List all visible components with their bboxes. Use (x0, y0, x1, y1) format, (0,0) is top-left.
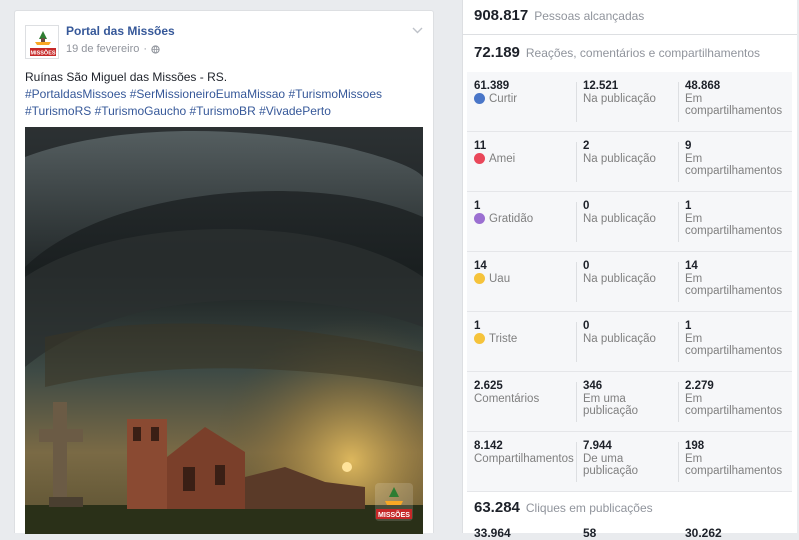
row-post-label: Na publicação (583, 152, 656, 165)
post-caption: Ruínas São Miguel das Missões - RS. #Por… (25, 69, 425, 120)
row-shares-label: Em compartilhamentos (685, 452, 783, 478)
post-meta: 19 de fevereiro · (66, 43, 160, 55)
clicks-partial-total: 33.964 (474, 526, 511, 540)
engagement-breakdown-table: 61.389 Curtir 12.521 Na publicação 48.868… (467, 72, 792, 492)
row-label: Gratidão (489, 212, 534, 225)
reach-value: 908.817 (474, 7, 529, 24)
clicks-label: Cliques em publicações (525, 501, 653, 515)
love-icon (474, 152, 485, 164)
row-shares-label: Em compartilhamentos (685, 392, 783, 418)
wow-icon (474, 272, 485, 284)
post-photo[interactable]: MISSÕES (25, 127, 423, 534)
row-shares-value: 48.868 (685, 80, 721, 92)
post-card: MISSÕES Portal das Missões 19 de feverei… (14, 10, 434, 534)
row-post-label: Na publicação (583, 272, 656, 285)
gratitude-icon (474, 212, 485, 224)
logo-text: MISSÕES (30, 50, 55, 57)
clicks-partial-other: 30.262 (685, 526, 722, 540)
row-post-value: 12.521 (583, 80, 619, 92)
row-shares-value: 14 (685, 260, 698, 272)
row-shares-value: 9 (685, 140, 692, 152)
caption-text: Ruínas São Miguel das Missões - RS. (25, 70, 228, 84)
row-total: 11 (474, 140, 487, 152)
hashtags-line-2[interactable]: #TurismoRS #TurismoGaucho #TurismoBR #Vi… (25, 103, 425, 120)
row-shares-label: Em compartilhamentos (685, 152, 783, 178)
row-post-label: De uma publicação (583, 452, 638, 478)
logo-icon: MISSÕES (26, 26, 58, 58)
engagement-label: Reações, comentários e compartilhamentos (525, 46, 761, 60)
table-row: 61.389 Curtir 12.521 Na publicação 48.868… (467, 72, 792, 132)
sad-icon (474, 332, 485, 344)
row-shares-label: Em compartilhamentos (685, 332, 783, 358)
divider (463, 34, 797, 35)
row-post-value: 346 (583, 380, 603, 392)
row-total: 2.625 (474, 380, 503, 392)
row-shares-label: Em compartilhamentos (685, 92, 783, 118)
engagement-summary: 72.189 Reações, comentários e compartilh… (474, 44, 760, 61)
row-total: 8.142 (474, 440, 503, 452)
row-post-value: 0 (583, 260, 590, 272)
insights-panel: 908.817 Pessoas alcançadas 72.189 Reaçõe… (462, 0, 797, 540)
row-shares-label: Em compartilhamentos (685, 272, 783, 298)
row-shares-value: 1 (685, 320, 692, 332)
watermark-text: MISSÕES (378, 510, 410, 519)
row-post-label: Na publicação (583, 92, 656, 105)
watermark-logo: MISSÕES (375, 483, 413, 521)
row-total: 1 (474, 320, 481, 332)
clicks-value: 63.284 (474, 499, 520, 516)
row-post-label: Na publicação (583, 212, 656, 225)
clicks-summary: 63.284 Cliques em publicações (474, 499, 653, 516)
row-post-value: 0 (583, 320, 590, 332)
dot-separator: · (143, 43, 148, 55)
row-label: Compartilhamentos (474, 452, 574, 465)
engagement-value: 72.189 (474, 44, 520, 61)
table-row: 8.142 Compartilhamentos 7.944 De uma publ… (467, 432, 792, 492)
row-label: Comentários (474, 392, 540, 405)
row-post-value: 7.944 (583, 440, 612, 452)
table-row: 1 Gratidão 0 Na publicação 1 Em compartilh… (467, 192, 792, 252)
row-label: Curtir (489, 92, 518, 105)
page-avatar[interactable]: MISSÕES (25, 25, 59, 59)
row-post-value: 0 (583, 200, 590, 212)
hashtags-line-1[interactable]: #PortaldasMissoes #SerMissioneiroEumaMis… (25, 86, 425, 103)
row-total: 14 (474, 260, 487, 272)
row-post-label: Em uma publicação (583, 392, 638, 418)
post-options-chevron-icon[interactable] (412, 25, 423, 37)
row-post-value: 2 (583, 140, 590, 152)
row-shares-value: 198 (685, 440, 705, 452)
row-shares-label: Em compartilhamentos (685, 212, 783, 238)
table-row: 2.625 Comentários 346 Em uma publicação 2… (467, 372, 792, 432)
table-row: 11 Amei 2 Na publicação 9 Em compartilhame… (467, 132, 792, 192)
row-label: Triste (489, 332, 518, 345)
row-label: Uau (489, 272, 511, 285)
row-shares-value: 1 (685, 200, 692, 212)
row-label: Amei (489, 152, 516, 165)
post-date[interactable]: 19 de fevereiro (66, 43, 139, 55)
globe-icon[interactable] (151, 44, 160, 54)
reach-label: Pessoas alcançadas (534, 9, 645, 23)
like-icon (474, 92, 485, 104)
reach-summary: 908.817 Pessoas alcançadas (474, 7, 644, 24)
row-total: 61.389 (474, 80, 510, 92)
table-row: 14 Uau 0 Na publicação 14 Em compartilhame… (467, 252, 792, 312)
page-name-link[interactable]: Portal das Missões (66, 24, 175, 38)
row-total: 1 (474, 200, 481, 212)
row-post-label: Na publicação (583, 332, 656, 345)
clicks-partial-photo: 58 (583, 526, 597, 540)
row-shares-value: 2.279 (685, 380, 714, 392)
table-row: 1 Triste 0 Na publicação 1 Em compartilham… (467, 312, 792, 372)
